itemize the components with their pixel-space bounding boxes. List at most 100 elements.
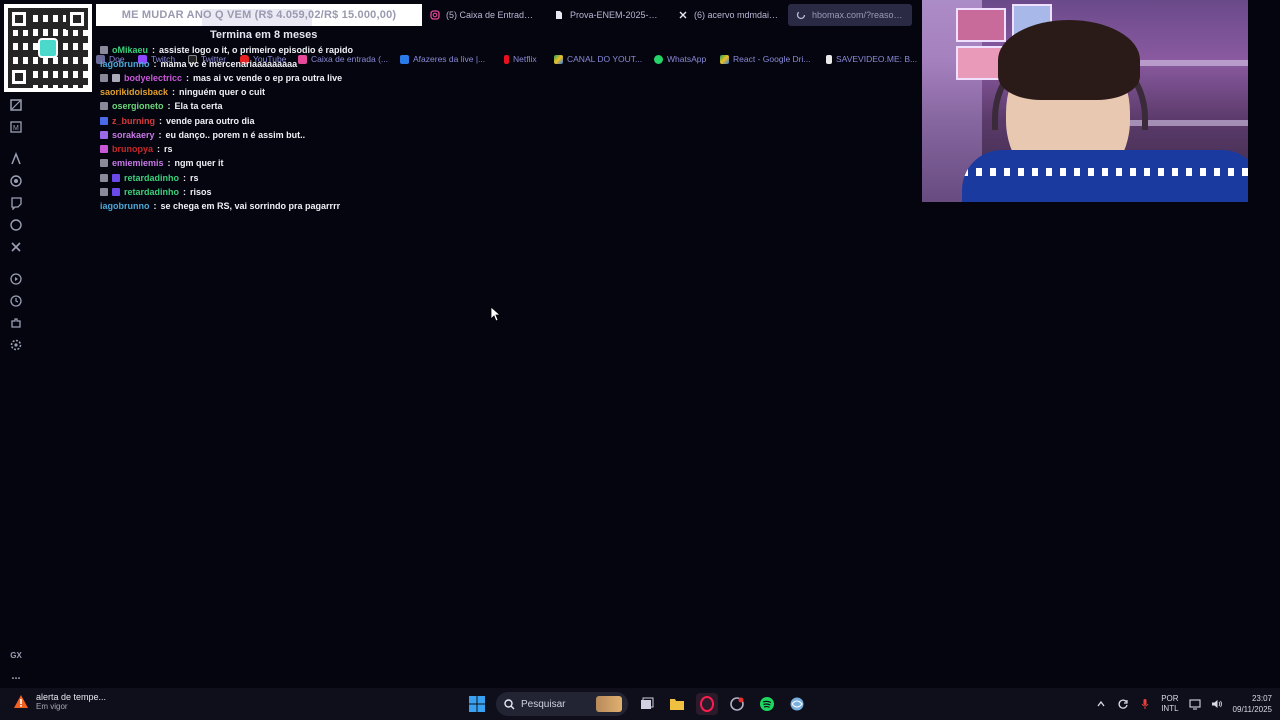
clock[interactable]: 23:07 09/11/2025 xyxy=(1233,693,1272,715)
bookmark-label: CANAL DO YOUT... xyxy=(567,54,643,64)
language-indicator[interactable]: POR INTL xyxy=(1161,694,1178,714)
tab-hbomax[interactable]: hbomax.com/?reason=ar xyxy=(788,4,912,26)
badge-icon xyxy=(100,159,108,167)
chat-message: osergioneto: Ela ta certa xyxy=(100,99,223,113)
svg-text:M: M xyxy=(13,125,19,132)
x-icon[interactable] xyxy=(8,240,24,256)
file-explorer-button[interactable] xyxy=(666,693,688,715)
taskbar-apps: Pesquisar xyxy=(466,692,808,716)
badge-icon xyxy=(112,174,120,182)
refresh-icon[interactable] xyxy=(1117,698,1129,710)
lang-top: POR xyxy=(1161,694,1179,703)
bookmark-savevideo[interactable]: SAVEVIDEO.ME: B... xyxy=(826,52,917,66)
bookmark-netflix[interactable]: Netflix xyxy=(504,52,537,66)
chat-username: saorikidoisback xyxy=(100,87,169,97)
start-button[interactable] xyxy=(466,693,488,715)
chat-text: : xyxy=(167,101,171,111)
warning-icon xyxy=(14,694,28,708)
gx-label[interactable]: GX xyxy=(8,648,24,664)
chat-text: : xyxy=(153,201,157,211)
opera-gx-button[interactable] xyxy=(696,693,718,715)
chat-text: risos xyxy=(190,187,212,197)
chat-username: iagobrunno xyxy=(100,59,150,69)
twitch-icon[interactable] xyxy=(8,196,24,212)
tab-acervo[interactable]: (6) acervo mdmdaiane xyxy=(670,4,788,26)
badge-icon xyxy=(112,74,120,82)
chat-text: : xyxy=(157,144,161,154)
history-icon[interactable] xyxy=(8,294,24,310)
settings-icon[interactable] xyxy=(8,338,24,354)
chat-message: oMikaeu: assiste logo o it, o primeiro e… xyxy=(100,43,353,57)
badge-icon xyxy=(100,74,108,82)
bookmark-label: Afazeres da live |... xyxy=(413,54,486,64)
tab-title: (6) acervo mdmdaiane xyxy=(694,10,780,20)
weather-widget[interactable]: alerta de tempe... Em vigor xyxy=(12,692,106,711)
m-icon[interactable]: M xyxy=(8,120,24,136)
chrome-like-button[interactable] xyxy=(726,693,748,715)
taskbar-search[interactable]: Pesquisar xyxy=(496,692,628,716)
chat-username: retardadinho xyxy=(124,187,180,197)
mouse-cursor-icon xyxy=(490,306,502,322)
chat-message: iagobrunno: mama vc é mercenariaaaaaaaaa xyxy=(100,57,297,71)
bookmark-afazeres[interactable]: Afazeres da live |... xyxy=(400,52,485,66)
extensions-icon[interactable] xyxy=(8,316,24,332)
x-icon xyxy=(679,11,687,19)
chat-text: : xyxy=(186,73,190,83)
bookmark-canal[interactable]: CANAL DO YOUT... xyxy=(554,52,642,66)
ai-icon[interactable] xyxy=(8,174,24,190)
chat-text: mama vc é mercenariaaaaaaaaa xyxy=(160,59,298,69)
bookmark-label: WhatsApp xyxy=(667,54,707,64)
chat-text: : xyxy=(183,173,187,183)
app-button[interactable] xyxy=(786,693,808,715)
task-view-button[interactable] xyxy=(636,693,658,715)
player-icon[interactable] xyxy=(8,272,24,288)
tab-prova[interactable]: Prova-ENEM-2025-AZU xyxy=(546,4,670,26)
bookmark-label: React - Google Dri... xyxy=(733,54,811,64)
bookmark-whatsapp[interactable]: WhatsApp xyxy=(654,52,706,66)
spotify-icon xyxy=(760,697,774,711)
search-icon xyxy=(504,698,515,709)
chevron-up-icon[interactable] xyxy=(1095,698,1107,710)
chat-text: : xyxy=(183,187,187,197)
taskbar: alerta de tempe... Em vigor Pesquisar PO… xyxy=(0,688,1280,720)
chat-text: eu danço.. porem n é assim but.. xyxy=(165,130,306,140)
bookmark-react[interactable]: React - Google Dri... xyxy=(720,52,810,66)
chat-message: iagobrunno: se chega em RS, vai sorrindo… xyxy=(100,199,340,213)
chat-text: : xyxy=(159,116,162,126)
folder-icon xyxy=(670,699,684,710)
tab-strip: ME MUDAR ANO Q VEM (R$ 4.059,02/R$ 15.00… xyxy=(96,4,922,26)
badge-icon xyxy=(100,131,108,139)
webcam-feed xyxy=(922,0,1248,202)
chat-username: z_burning xyxy=(112,116,155,126)
microphone-icon[interactable] xyxy=(1139,698,1151,710)
chat-text: ngm quer it xyxy=(174,158,224,168)
tab-title: Prova-ENEM-2025-AZU xyxy=(570,10,662,20)
spotify-button[interactable] xyxy=(756,693,778,715)
tab-goal[interactable]: ME MUDAR ANO Q VEM (R$ 4.059,02/R$ 15.00… xyxy=(96,4,422,26)
chat-username: emiemiemis xyxy=(112,158,164,168)
tab-title: hbomax.com/?reason=ar xyxy=(812,10,904,20)
more-icon[interactable]: ... xyxy=(8,668,24,684)
tab-title: ME MUDAR ANO Q VEM (R$ 4.059,02/R$ 15.00… xyxy=(121,9,397,21)
chat-text: vende para outro dia xyxy=(166,116,255,126)
volume-icon[interactable] xyxy=(1211,698,1223,710)
chat-text: : xyxy=(158,130,162,140)
badge-icon xyxy=(112,188,120,196)
chat-username: sorakaery xyxy=(112,130,155,140)
system-tray: POR INTL 23:07 09/11/2025 xyxy=(1095,691,1272,717)
chat-username: retardadinho xyxy=(124,173,180,183)
whatsapp-icon xyxy=(654,54,663,64)
chat-message: emiemiemis: ngm quer it xyxy=(100,156,224,170)
weather-title: alerta de tempe... xyxy=(36,692,107,702)
chat-text: mas ai vc vende o ep pra outra live xyxy=(193,73,343,83)
chat-message: sorakaery: eu danço.. porem n é assim bu… xyxy=(100,128,305,142)
display-icon[interactable] xyxy=(1188,698,1201,710)
arc-icon[interactable] xyxy=(8,151,24,168)
whatsapp-icon[interactable] xyxy=(8,218,24,234)
tab-instagram[interactable]: (5) Caixa de Entrada • C xyxy=(422,4,546,26)
chat-text: ninguém quer o cuit xyxy=(179,87,266,97)
speed-dial-icon[interactable] xyxy=(8,98,24,114)
browser-sidebar: M GX ... xyxy=(0,96,32,696)
chat-username: oMikaeu xyxy=(112,45,149,55)
tab-title: (5) Caixa de Entrada • C xyxy=(446,10,538,20)
